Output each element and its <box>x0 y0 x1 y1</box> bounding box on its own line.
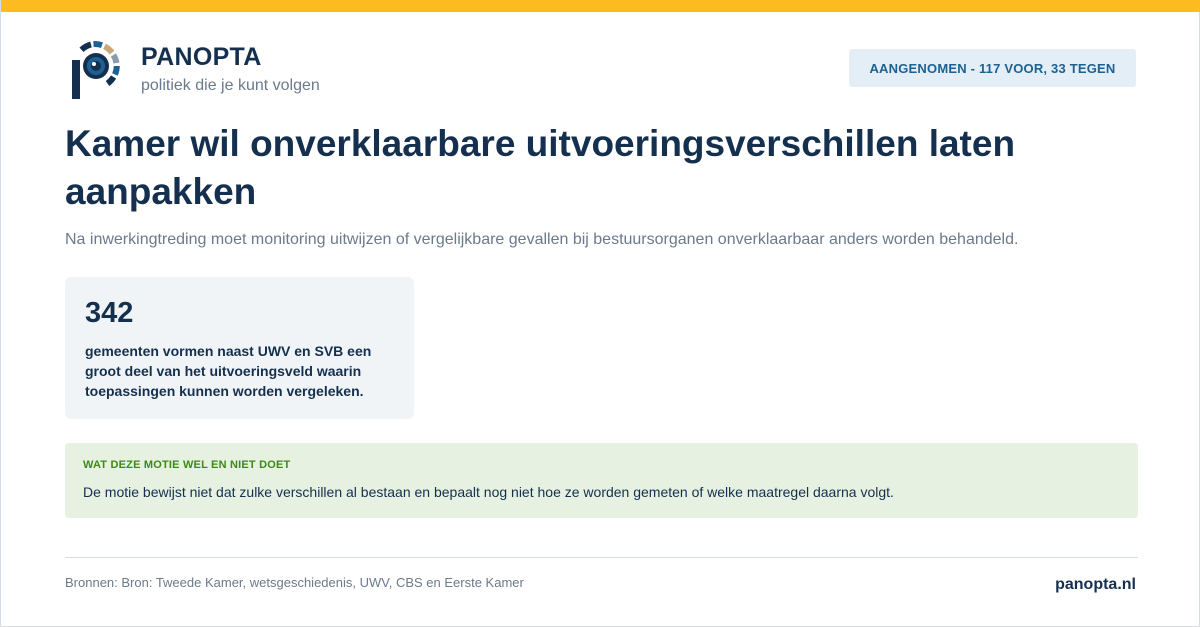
stat-value: 342 <box>85 297 134 329</box>
brand: PANOPTA politiek die je kunt volgen <box>141 44 320 95</box>
vote-status-badge: AANGENOMEN - 117 VOOR, 33 TEGEN <box>849 49 1136 87</box>
note-text: De motie bewijst niet dat zulke verschil… <box>83 484 894 500</box>
page-subtitle: Na inwerkingtreding moet monitoring uitw… <box>65 231 1019 248</box>
note-heading: WAT DEZE MOTIE WEL EN NIET DOET <box>83 459 291 471</box>
sources-text: Bronnen: Bron: Tweede Kamer, wetsgeschie… <box>65 575 524 590</box>
brand-name: PANOPTA <box>141 43 262 71</box>
stat-card: 342 gemeenten vormen naast UWV en SVB ee… <box>65 277 414 419</box>
panopta-logo-icon <box>69 41 121 99</box>
accent-bar <box>1 0 1200 12</box>
page-title: Kamer wil onverklaarbare uitvoeringsvers… <box>65 123 1016 212</box>
stat-label: gemeenten vormen naast UWV en SVB een gr… <box>85 343 372 399</box>
site-link[interactable]: panopta.nl <box>1055 576 1136 594</box>
motion-scope-note: WAT DEZE MOTIE WEL EN NIET DOET De motie… <box>65 443 1138 518</box>
share-card: PANOPTA politiek die je kunt volgen AANG… <box>0 0 1200 627</box>
brand-tagline: politiek die je kunt volgen <box>141 77 320 94</box>
footer-divider <box>65 557 1138 558</box>
